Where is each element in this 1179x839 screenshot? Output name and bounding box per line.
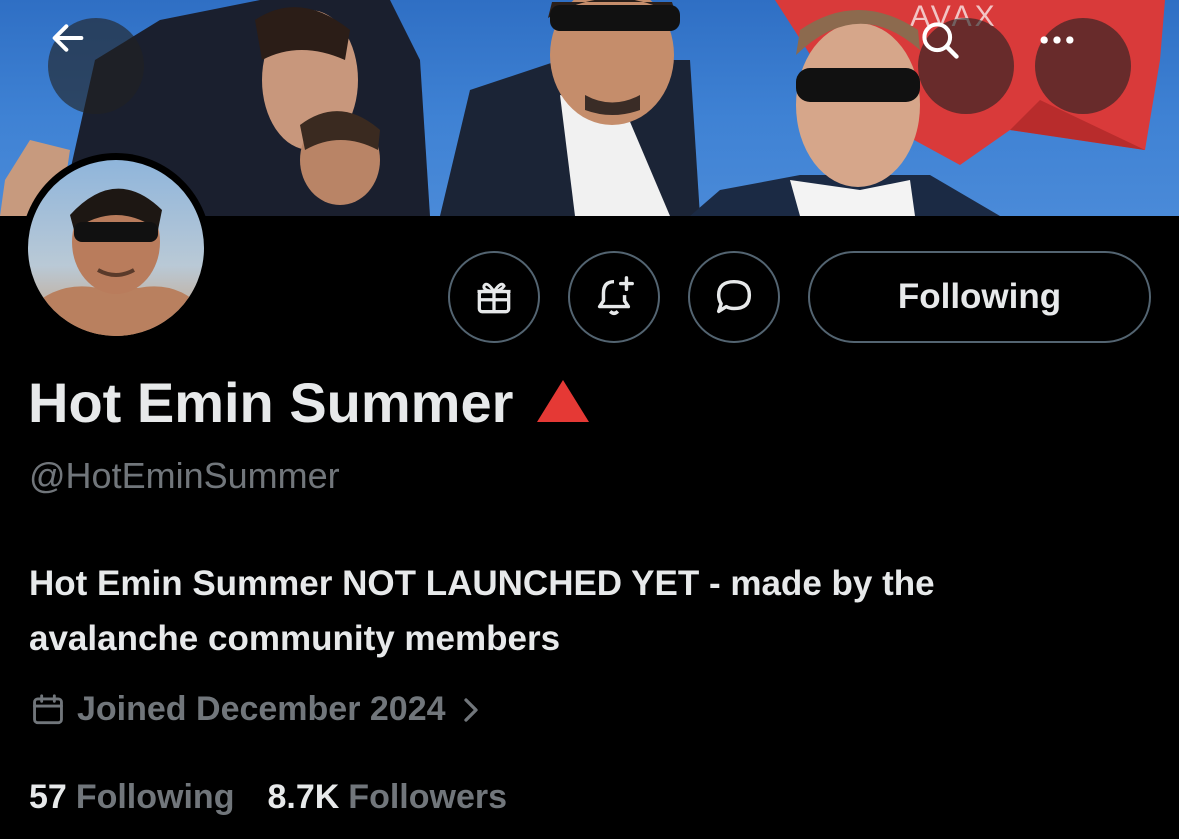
following-button-label: Following (897, 277, 1062, 316)
joined-date-row[interactable]: Joined December 2024 (29, 690, 482, 729)
following-stat-link[interactable]: 57 Following (29, 778, 234, 817)
profile-display-name: Hot Emin Summer (28, 370, 590, 435)
calendar-icon (29, 691, 67, 729)
search-button[interactable] (918, 18, 1014, 114)
profile-handle: @HotEminSummer (29, 455, 340, 496)
following-button[interactable]: Following (808, 251, 1151, 343)
followers-label: Followers (348, 778, 507, 816)
bio-line-2: avalanche community members (29, 619, 561, 658)
chevron-right-icon (460, 695, 482, 725)
more-horizontal-icon (1040, 36, 1074, 44)
profile-bio: Hot Emin Summer NOT LAUNCHED YET - made … (29, 556, 1159, 666)
profile-avatar[interactable] (21, 153, 211, 343)
red-triangle-icon (537, 379, 590, 422)
search-icon (922, 22, 959, 59)
avatar-photo (28, 160, 204, 336)
display-name-text: Hot Emin Summer (28, 371, 514, 434)
arrow-left-icon (52, 24, 84, 52)
gift-icon (477, 282, 511, 314)
gift-button[interactable] (448, 251, 540, 343)
following-count: 57 (29, 778, 67, 816)
back-button[interactable] (48, 18, 144, 114)
message-button[interactable] (688, 251, 780, 343)
following-label: Following (75, 778, 235, 816)
notifications-button[interactable] (568, 251, 660, 343)
message-bubble-icon (716, 279, 752, 314)
bio-line-1: Hot Emin Summer NOT LAUNCHED YET - made … (29, 564, 935, 603)
more-options-button[interactable] (1035, 18, 1131, 114)
bell-plus-icon (597, 276, 634, 316)
followers-count: 8.7K (267, 778, 340, 816)
follow-stats: 57 Following 8.7K Followers (29, 778, 540, 817)
joined-date-text: Joined December 2024 (77, 690, 446, 728)
followers-stat-link[interactable]: 8.7K Followers (267, 778, 507, 817)
